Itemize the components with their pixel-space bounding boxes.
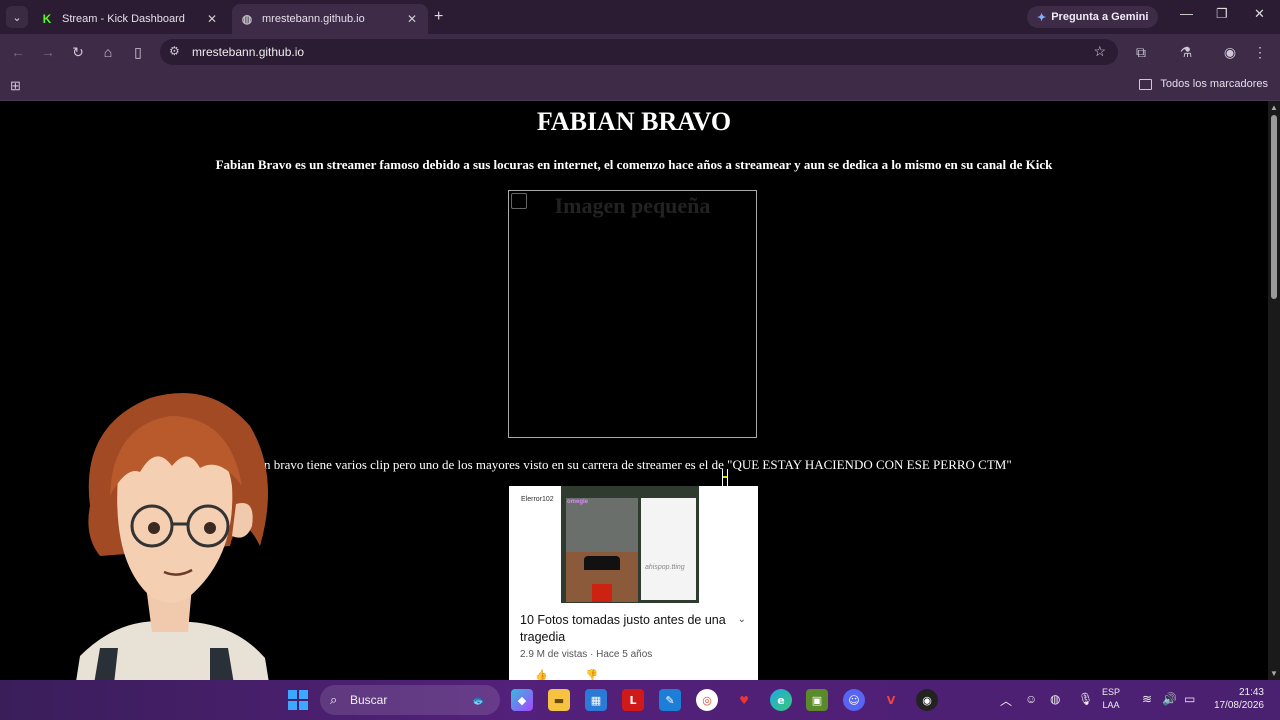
shield-app-icon[interactable]: ♥	[733, 689, 755, 711]
video-thumbnail: omegle ahispop.tting	[561, 486, 699, 603]
dislike-icon: 👎	[585, 670, 636, 680]
pen-app-icon[interactable]: ✎	[659, 689, 681, 711]
profile-avatar-icon[interactable]: ◉	[1220, 42, 1240, 62]
microphone-icon[interactable]: 🎙	[1078, 692, 1093, 706]
thumbnail-hat	[584, 556, 620, 570]
scroll-up-icon[interactable]: ▲	[1270, 103, 1278, 112]
video-meta: 2.9 M de vistas · Hace 5 años	[520, 649, 653, 660]
search-placeholder: Buscar	[350, 693, 388, 707]
address-bar[interactable]: ⚙ mrestebann.github.io ☆	[160, 39, 1118, 65]
bookmarks-bar: ⊞ Todos los marcadores	[0, 70, 1280, 101]
keyboard-layout: LAA	[1102, 700, 1120, 710]
like-icon: 👍	[535, 670, 586, 680]
edge-icon[interactable]: e	[770, 689, 792, 711]
watermark: ahispop.tting	[645, 564, 685, 571]
reload-icon[interactable]: ↻	[68, 42, 88, 62]
extension-icon[interactable]: ⚗	[1176, 42, 1196, 62]
microsoft-store-icon[interactable]: ▦	[585, 689, 607, 711]
clock-date: 17/08/2026	[1213, 700, 1264, 711]
tray-chevron-icon[interactable]: ︿	[1000, 692, 1012, 709]
valorant-icon[interactable]: V	[880, 689, 902, 711]
steam-tray-icon[interactable]: ◍	[1050, 692, 1060, 706]
minimize-icon[interactable]: —	[1180, 6, 1193, 21]
clip-paragraph: n bravo tiene varios clip pero uno de lo…	[264, 457, 1012, 472]
tab-title: Stream - Kick Dashboard	[62, 13, 185, 25]
tab-search-button[interactable]: ⌄	[6, 6, 28, 28]
gemini-button[interactable]: ✦ Pregunta a Gemini	[1027, 6, 1159, 28]
scroll-down-icon[interactable]: ▼	[1270, 669, 1278, 678]
channel-name: Elerror102	[521, 496, 554, 503]
discord-icon[interactable]: ☺	[843, 689, 865, 711]
broken-image: Imagen pequeña	[508, 190, 757, 438]
tab-title: mrestebann.github.io	[262, 13, 365, 25]
volume-icon[interactable]: 🔊	[1162, 692, 1177, 706]
search-highlight-icon[interactable]: 🐟	[468, 689, 490, 711]
obs-icon[interactable]: ◉	[916, 689, 938, 711]
clock-time: 21:43	[1238, 687, 1264, 698]
menu-kebab-icon[interactable]: ⋮	[1250, 42, 1270, 62]
search-icon: ⌕	[330, 692, 338, 707]
home-icon[interactable]: ⌂	[98, 42, 118, 62]
browser-toolbar: ← → ↻ ⌂ ▯ ⚙ mrestebann.github.io ☆ ⧉ ⚗ ◉…	[0, 34, 1280, 70]
battery-icon[interactable]: ▭	[1184, 692, 1195, 706]
bookmark-star-icon[interactable]: ☆	[1093, 43, 1106, 60]
new-tab-button[interactable]: +	[434, 8, 443, 26]
thumbnail-face	[566, 552, 638, 602]
kick-icon: K	[42, 12, 52, 26]
l-app-icon[interactable]: L	[622, 689, 644, 711]
chevron-down-icon: ⌄	[737, 614, 746, 625]
all-bookmarks-label: Todos los marcadores	[1160, 78, 1268, 90]
folder-icon	[1139, 78, 1153, 90]
page-scrollbar[interactable]: ▲ ▼	[1268, 101, 1280, 680]
forward-arrow-icon[interactable]: →	[38, 42, 58, 62]
close-tab-icon[interactable]: ✕	[404, 12, 420, 26]
url-text: mrestebann.github.io	[192, 45, 305, 59]
chrome-icon[interactable]: ◎	[696, 689, 718, 711]
back-arrow-icon[interactable]: ←	[8, 42, 28, 62]
video-screenshot-image: Elerror102 omegle ahispop.tting 10 Fotos…	[509, 486, 758, 680]
side-panel-icon[interactable]: ▯	[128, 42, 148, 62]
windows-taskbar: ⌕ Buscar 🐟 ◆ ▬ ▦ L ✎ ◎ ♥ e ▣ ☺ V ◉ ︿ ☺ ◍…	[0, 680, 1280, 720]
video-actions: 👍👎↗↓⊞	[535, 670, 758, 680]
video-title: 10 Fotos tomadas justo antes de una trag…	[520, 613, 726, 644]
intro-paragraph: Fabian Bravo es un streamer famoso debid…	[215, 157, 1053, 172]
apps-grid-icon[interactable]: ⊞	[10, 78, 21, 94]
scrollbar-thumb[interactable]	[1271, 115, 1277, 299]
thumbnail-page	[641, 498, 696, 600]
window-close-icon[interactable]: ✕	[1254, 6, 1265, 22]
extensions-icon[interactable]: ⧉	[1131, 42, 1151, 62]
image-alt-text: Imagen pequeña	[554, 193, 711, 218]
vtuber-avatar-overlay	[70, 392, 275, 720]
close-tab-icon[interactable]: ✕	[204, 12, 220, 26]
maximize-icon[interactable]: ❐	[1216, 6, 1228, 22]
globe-icon: ◍	[241, 12, 253, 26]
site-logo: omegle	[567, 499, 589, 505]
file-explorer-icon[interactable]: ▬	[548, 689, 570, 711]
discord-tray-icon[interactable]: ☺	[1025, 692, 1037, 706]
minecraft-icon[interactable]: ▣	[806, 689, 828, 711]
language-code: ESP	[1102, 687, 1121, 697]
windows-start-icon[interactable]	[288, 690, 308, 710]
copilot-icon[interactable]: ◆	[511, 689, 533, 711]
gemini-label: Pregunta a Gemini	[1051, 11, 1149, 23]
tab-mrestebann[interactable]: ◍ mrestebann.github.io ✕	[232, 4, 428, 34]
thumbnail-shirt	[592, 584, 612, 602]
tab-strip: ⌄ K Stream - Kick Dashboard ✕ ◍ mresteba…	[0, 0, 1280, 34]
all-bookmarks-button[interactable]: Todos los marcadores	[1139, 78, 1268, 90]
language-indicator[interactable]: ESP LAA	[1102, 686, 1120, 712]
site-info-icon[interactable]: ⚙	[169, 44, 180, 58]
page-title: FABIAN BRAVO	[536, 107, 732, 136]
gemini-spark-icon: ✦	[1037, 11, 1047, 24]
thumbnail-panel	[566, 498, 638, 552]
tab-kick-dashboard[interactable]: K Stream - Kick Dashboard ✕	[32, 4, 228, 34]
wifi-icon[interactable]: ≋	[1142, 692, 1152, 706]
text-cursor	[722, 469, 728, 487]
taskbar-clock[interactable]: 21:43 17/08/2026	[1208, 686, 1264, 712]
